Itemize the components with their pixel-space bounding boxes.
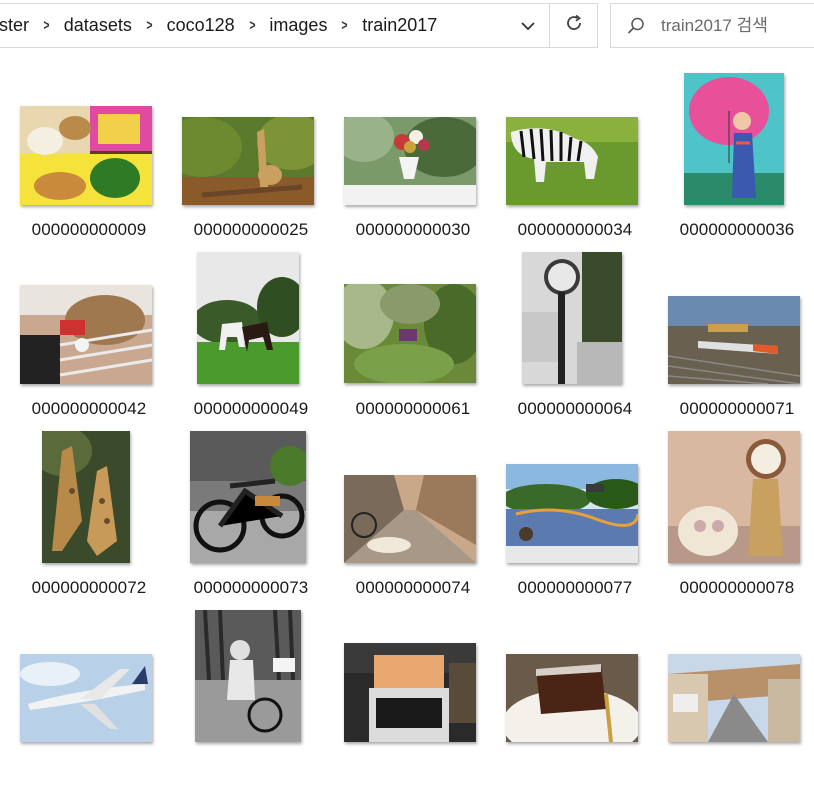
image-thumbnail	[20, 285, 152, 384]
search-box[interactable]	[610, 3, 814, 48]
image-thumbnail	[182, 117, 314, 205]
file-item[interactable]: 000000000030	[332, 72, 494, 250]
image-thumbnail	[506, 464, 638, 563]
image-thumbnail	[344, 643, 476, 742]
file-item[interactable]	[656, 609, 814, 787]
breadcrumb-item-train2017[interactable]: train2017	[358, 15, 441, 36]
image-thumbnail	[344, 117, 476, 205]
file-name: 000000000009	[31, 220, 147, 239]
file-item[interactable]: 000000000042	[8, 251, 170, 429]
file-item[interactable]	[8, 609, 170, 787]
file-item[interactable]: 000000000061	[332, 251, 494, 429]
file-item[interactable]	[170, 609, 332, 787]
image-thumbnail	[506, 117, 638, 205]
breadcrumb-item-images[interactable]: images	[265, 15, 331, 36]
file-item[interactable]: 000000000034	[494, 72, 656, 250]
file-name: 000000000064	[517, 399, 633, 418]
toolbar: ster > datasets > coco128 > images > tra…	[0, 0, 814, 56]
file-name: 000000000073	[193, 578, 309, 597]
file-item[interactable]: 000000000071	[656, 251, 814, 429]
image-thumbnail	[344, 475, 476, 563]
image-thumbnail	[668, 654, 800, 742]
refresh-icon	[564, 13, 584, 38]
image-thumbnail	[42, 431, 130, 563]
file-item[interactable]: 000000000036	[656, 72, 814, 250]
file-name: 000000000042	[31, 399, 147, 418]
search-input[interactable]	[661, 15, 811, 36]
file-item[interactable]: 000000000025	[170, 72, 332, 250]
breadcrumb-item-coco128[interactable]: coco128	[163, 15, 239, 36]
chevron-right-icon[interactable]: >	[335, 17, 354, 34]
file-item[interactable]: 000000000072	[8, 430, 170, 608]
file-item[interactable]: 000000000077	[494, 430, 656, 608]
file-name: 000000000072	[31, 578, 147, 597]
file-item[interactable]: 000000000074	[332, 430, 494, 608]
file-item[interactable]: 000000000078	[656, 430, 814, 608]
file-name: 000000000036	[679, 220, 795, 239]
file-item[interactable]: 000000000073	[170, 430, 332, 608]
refresh-button[interactable]	[550, 3, 598, 48]
file-name: 000000000061	[355, 399, 471, 418]
address-bar[interactable]: ster > datasets > coco128 > images > tra…	[0, 3, 550, 48]
file-name: 000000000049	[193, 399, 309, 418]
file-name: 000000000030	[355, 220, 471, 239]
file-item[interactable]	[494, 609, 656, 787]
file-item[interactable]: 000000000009	[8, 72, 170, 250]
file-item[interactable]: 000000000049	[170, 251, 332, 429]
breadcrumb-item-datasets[interactable]: datasets	[60, 15, 136, 36]
file-name: 000000000034	[517, 220, 633, 239]
file-name: 000000000071	[679, 399, 795, 418]
file-item[interactable]	[332, 609, 494, 787]
chevron-right-icon[interactable]: >	[37, 17, 56, 34]
image-thumbnail	[684, 73, 784, 205]
image-thumbnail	[522, 252, 622, 384]
image-thumbnail	[668, 431, 800, 563]
image-thumbnail	[668, 296, 800, 384]
breadcrumb-item-ster[interactable]: ster	[0, 15, 33, 36]
image-thumbnail	[506, 654, 638, 742]
search-icon	[611, 16, 661, 36]
file-name: 000000000078	[679, 578, 795, 597]
image-thumbnail	[195, 610, 301, 742]
file-name: 000000000025	[193, 220, 309, 239]
image-thumbnail	[20, 654, 152, 742]
chevron-right-icon[interactable]: >	[243, 17, 262, 34]
image-thumbnail	[344, 284, 476, 383]
file-item[interactable]: 000000000064	[494, 251, 656, 429]
image-thumbnail	[20, 106, 152, 205]
chevron-right-icon[interactable]: >	[140, 17, 159, 34]
image-thumbnail	[197, 252, 299, 384]
image-thumbnail	[190, 431, 306, 563]
chevron-down-icon[interactable]	[505, 3, 550, 48]
file-name: 000000000077	[517, 578, 633, 597]
file-name: 000000000074	[355, 578, 471, 597]
